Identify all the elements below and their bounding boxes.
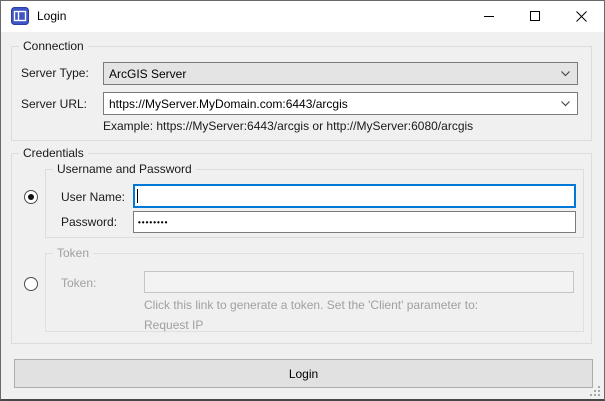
close-button[interactable]: [558, 1, 604, 31]
server-type-dropdown[interactable]: ArcGIS Server: [103, 62, 578, 85]
chevron-down-icon: [561, 101, 570, 107]
minimize-icon: [484, 11, 495, 22]
username-label: User Name:: [61, 190, 125, 204]
maximize-button[interactable]: [512, 1, 558, 31]
token-input: [144, 271, 574, 293]
app-window-icon: [11, 7, 29, 25]
token-request-ip-link[interactable]: Request IP: [144, 318, 203, 332]
titlebar[interactable]: Login: [1, 1, 604, 32]
caption-buttons: [466, 1, 604, 31]
server-url-value: https://MyServer.MyDomain.com:6443/arcgi…: [109, 97, 348, 111]
username-password-radio[interactable]: [24, 190, 38, 204]
chevron-down-icon: [561, 71, 570, 77]
minimize-button[interactable]: [466, 1, 512, 31]
maximize-icon: [530, 11, 541, 22]
text-caret: [137, 189, 138, 203]
password-label: Password:: [61, 215, 117, 229]
token-label: Token:: [61, 276, 96, 290]
close-icon: [576, 11, 587, 22]
username-password-group-label: Username and Password: [53, 162, 196, 177]
server-type-label: Server Type:: [21, 66, 89, 80]
connection-group-label: Connection: [19, 39, 88, 54]
login-dialog: Login Connection Server Type:: [0, 0, 605, 401]
server-url-combobox[interactable]: https://MyServer.MyDomain.com:6443/arcgi…: [103, 92, 578, 115]
credentials-group-label: Credentials: [19, 146, 88, 161]
server-type-value: ArcGIS Server: [109, 67, 186, 81]
login-button[interactable]: Login: [14, 359, 593, 388]
password-input[interactable]: [133, 211, 576, 233]
resize-grip[interactable]: [590, 386, 601, 397]
server-url-label: Server URL:: [21, 97, 87, 111]
window-title: Login: [37, 9, 66, 23]
token-group-label: Token: [53, 246, 93, 261]
server-url-example: Example: https://MyServer:6443/arcgis or…: [103, 119, 473, 133]
token-radio[interactable]: [24, 277, 38, 291]
token-hint-text: Click this link to generate a token. Set…: [144, 298, 478, 312]
username-input[interactable]: [133, 184, 576, 208]
